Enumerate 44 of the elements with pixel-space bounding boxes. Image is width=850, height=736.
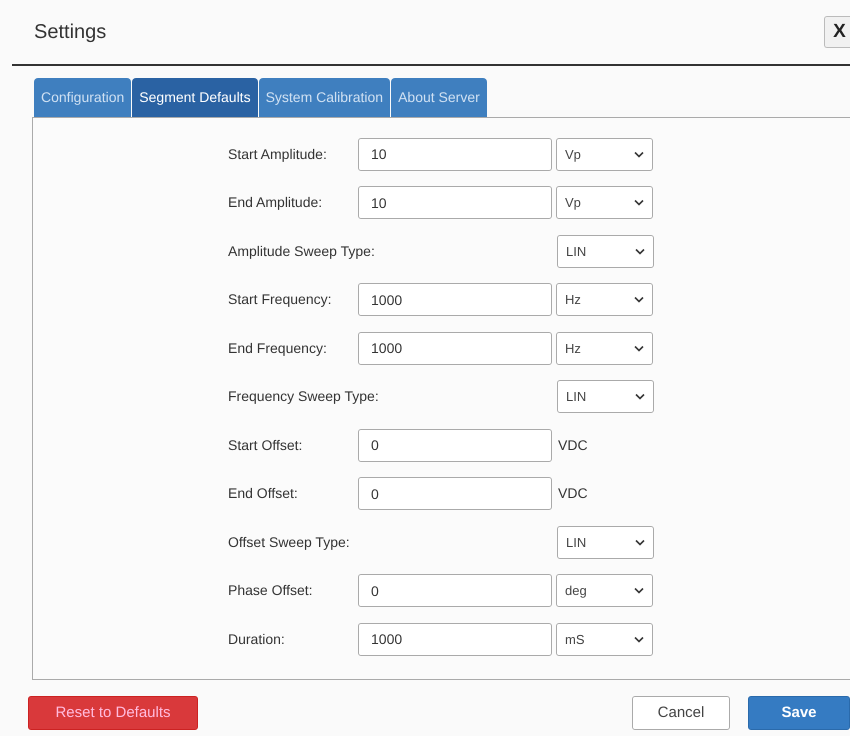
cancel-button[interactable]: Cancel xyxy=(632,696,730,730)
unit-select[interactable]: Hz xyxy=(556,332,653,365)
input-field[interactable]: 1000 xyxy=(358,622,552,656)
field-label: Phase Offset: xyxy=(228,581,314,600)
chevron-down-icon xyxy=(635,393,645,400)
close-button[interactable]: X xyxy=(824,16,850,48)
unit-select[interactable]: LIN xyxy=(557,380,654,414)
chevron-down-icon xyxy=(634,296,644,304)
input-field[interactable]: 0 xyxy=(358,574,552,608)
chevron-down-icon xyxy=(634,587,644,594)
chevron-down-icon xyxy=(635,248,645,255)
tab[interactable]: Segment Defaults xyxy=(132,78,258,117)
field-label: Start Frequency: xyxy=(228,290,332,310)
field-label: End Offset: xyxy=(228,484,299,504)
dialog-title: Settings xyxy=(34,20,106,45)
unit-label: VDC xyxy=(558,484,588,504)
chevron-down-icon xyxy=(635,538,645,546)
chevron-down-icon xyxy=(634,150,644,158)
field-label: Offset Sweep Type: xyxy=(228,532,351,552)
input-field[interactable]: 10 xyxy=(358,186,552,220)
field-label: Start Offset: xyxy=(228,436,304,455)
unit-label: VDC xyxy=(558,436,588,455)
input-field[interactable]: 0 xyxy=(358,477,552,510)
input-field[interactable]: 0 xyxy=(358,428,552,462)
chevron-down-icon xyxy=(634,636,644,643)
field-label: End Amplitude: xyxy=(228,193,324,212)
chevron-down-icon xyxy=(634,344,644,352)
chevron-down-icon xyxy=(634,199,644,206)
unit-select[interactable]: Vp xyxy=(556,138,653,171)
unit-select[interactable]: Hz xyxy=(556,283,653,316)
unit-select[interactable]: Vp xyxy=(556,186,653,220)
field-label: Start Amplitude: xyxy=(228,144,328,164)
save-button[interactable]: Save xyxy=(748,696,850,730)
unit-select[interactable]: mS xyxy=(556,622,653,656)
input-field[interactable]: 1000 xyxy=(358,332,552,365)
unit-select[interactable]: deg xyxy=(556,574,653,608)
unit-select[interactable]: LIN xyxy=(557,234,654,268)
input-field[interactable]: 1000 xyxy=(358,283,552,316)
unit-select[interactable]: LIN xyxy=(557,526,654,559)
field-label: End Frequency: xyxy=(228,338,328,358)
field-label: Duration: xyxy=(228,630,286,649)
field-label: Amplitude Sweep Type: xyxy=(228,242,376,261)
field-label: Frequency Sweep Type: xyxy=(228,387,380,406)
input-field[interactable]: 10 xyxy=(358,138,552,171)
